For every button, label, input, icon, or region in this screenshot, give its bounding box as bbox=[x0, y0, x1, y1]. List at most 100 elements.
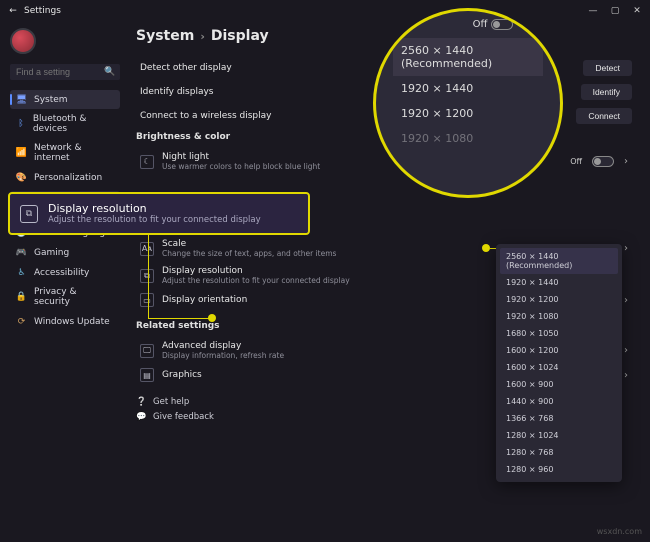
resolution-option[interactable]: 1280 × 960 bbox=[500, 461, 618, 478]
graphics-icon: ▤ bbox=[140, 368, 154, 382]
annotation-dot bbox=[482, 244, 490, 252]
sidebar-item-accessibility[interactable]: ♿ Accessibility bbox=[10, 263, 120, 282]
search-input[interactable] bbox=[16, 67, 104, 77]
sidebar-item-bluetooth[interactable]: ᛒ Bluetooth & devices bbox=[10, 110, 120, 138]
system-icon: 🖥 bbox=[16, 94, 27, 105]
sidebar-item-label: Accessibility bbox=[34, 268, 89, 278]
content-pane: ⧉ Display resolution Adjust the resoluti… bbox=[128, 22, 650, 542]
resolution-option[interactable]: 1600 × 900 bbox=[500, 376, 618, 393]
resolution-option[interactable]: 1280 × 768 bbox=[500, 444, 618, 461]
network-icon: 📶 bbox=[16, 148, 27, 159]
row-label: Scale bbox=[162, 239, 336, 249]
sidebar-item-label: Personalization bbox=[34, 173, 102, 183]
breadcrumb-root[interactable]: System bbox=[136, 28, 194, 44]
row-label: Connect to a wireless display bbox=[140, 111, 271, 121]
toggle-icon bbox=[491, 19, 513, 30]
lens-options: 2560 × 1440 (Recommended) 1920 × 1440 19… bbox=[393, 38, 543, 151]
sidebar-item-system[interactable]: 🖥 System bbox=[10, 90, 120, 109]
breadcrumb-page: Display bbox=[211, 28, 269, 44]
sidebar-item-personalization[interactable]: 🎨 Personalization bbox=[10, 168, 120, 187]
watermark: wsxdn.com bbox=[597, 527, 642, 536]
scale-icon: Aᴀ bbox=[140, 242, 154, 256]
lens-option[interactable]: 1920 × 1200 bbox=[393, 101, 543, 126]
update-icon: ⟳ bbox=[16, 316, 27, 327]
display-resolution-callout: ⧉ Display resolution Adjust the resoluti… bbox=[8, 192, 310, 235]
sidebar-item-label: Windows Update bbox=[34, 317, 110, 327]
resolution-option[interactable]: 1600 × 1024 bbox=[500, 359, 618, 376]
resolution-icon: ⧉ bbox=[20, 205, 38, 223]
night-light-toggle[interactable] bbox=[592, 156, 614, 167]
sidebar-item-network[interactable]: 📶 Network & internet bbox=[10, 139, 120, 167]
search-box[interactable]: 🔍 bbox=[10, 64, 120, 80]
bluetooth-icon: ᛒ bbox=[16, 119, 26, 130]
resolution-option[interactable]: 1680 × 1050 bbox=[500, 325, 618, 342]
close-button[interactable]: ✕ bbox=[632, 6, 642, 16]
row-label: Display resolution bbox=[162, 266, 350, 276]
resolution-option[interactable]: 2560 × 1440 (Recommended) bbox=[500, 248, 618, 274]
callout-desc: Adjust the resolution to fit your connec… bbox=[48, 215, 261, 225]
maximize-button[interactable]: ▢ bbox=[610, 6, 620, 16]
orientation-icon: ▭ bbox=[140, 293, 154, 307]
identify-button[interactable]: Identify bbox=[581, 84, 632, 100]
row-desc: Adjust the resolution to fit your connec… bbox=[162, 276, 350, 285]
sidebar-item-privacy[interactable]: 🔒 Privacy & security bbox=[10, 283, 120, 311]
row-label: Advanced display bbox=[162, 341, 284, 351]
feedback-icon: 💬 bbox=[136, 411, 147, 422]
annotation-dot bbox=[208, 314, 216, 322]
sidebar-item-gaming[interactable]: 🎮 Gaming bbox=[10, 243, 120, 262]
sidebar-item-label: Bluetooth & devices bbox=[33, 114, 114, 134]
link-label: Give feedback bbox=[153, 412, 214, 422]
night-light-icon: ☾ bbox=[140, 155, 154, 169]
row-desc: Use warmer colors to help block blue lig… bbox=[162, 162, 320, 171]
lens-option[interactable]: 1920 × 1440 bbox=[393, 76, 543, 101]
row-label: Graphics bbox=[162, 370, 202, 380]
link-label: Get help bbox=[153, 397, 189, 407]
resolution-option[interactable]: 1440 × 900 bbox=[500, 393, 618, 410]
resolution-option[interactable]: 1920 × 1440 bbox=[500, 274, 618, 291]
lens-off-toggle: Off bbox=[473, 19, 514, 30]
advanced-display-icon: 🖵 bbox=[140, 344, 154, 358]
resolution-option[interactable]: 1600 × 1200 bbox=[500, 342, 618, 359]
personalization-icon: 🎨 bbox=[16, 172, 27, 183]
chevron-right-icon[interactable]: › bbox=[620, 156, 632, 167]
annotation-line bbox=[148, 228, 149, 318]
resolution-option[interactable]: 1920 × 1200 bbox=[500, 291, 618, 308]
resolution-icon: ⧉ bbox=[140, 269, 154, 283]
lens-option[interactable]: 1920 × 1080 bbox=[393, 126, 543, 151]
sidebar: 🔍 🖥 System ᛒ Bluetooth & devices 📶 Network … bbox=[0, 22, 128, 542]
window-title: Settings bbox=[24, 6, 61, 16]
toggle-label: Off bbox=[570, 157, 582, 166]
resolution-option[interactable]: 1280 × 1024 bbox=[500, 427, 618, 444]
annotation-line bbox=[148, 318, 212, 319]
row-label: Display orientation bbox=[162, 295, 247, 305]
row-desc: Display information, refresh rate bbox=[162, 351, 284, 360]
breadcrumb: System › Display bbox=[136, 28, 636, 44]
sidebar-item-update[interactable]: ⟳ Windows Update bbox=[10, 312, 120, 331]
search-icon: 🔍 bbox=[104, 67, 115, 77]
accessibility-icon: ♿ bbox=[16, 267, 27, 278]
detect-button[interactable]: Detect bbox=[583, 60, 632, 76]
minimize-button[interactable]: — bbox=[588, 6, 598, 16]
sidebar-item-label: Network & internet bbox=[34, 143, 114, 163]
privacy-icon: 🔒 bbox=[16, 292, 27, 303]
resolution-dropdown[interactable]: 2560 × 1440 (Recommended) 1920 × 1440 19… bbox=[496, 244, 622, 482]
row-label: Detect other display bbox=[140, 63, 232, 73]
gaming-icon: 🎮 bbox=[16, 247, 27, 258]
row-desc: Change the size of text, apps, and other… bbox=[162, 249, 336, 258]
resolution-option[interactable]: 1920 × 1080 bbox=[500, 308, 618, 325]
lens-option[interactable]: 2560 × 1440 (Recommended) bbox=[393, 38, 543, 76]
connect-button[interactable]: Connect bbox=[576, 108, 632, 124]
sidebar-item-label: Gaming bbox=[34, 248, 69, 258]
title-bar: ← Settings — ▢ ✕ bbox=[0, 0, 650, 22]
sidebar-item-label: Privacy & security bbox=[34, 287, 114, 307]
chevron-right-icon: › bbox=[200, 30, 205, 43]
avatar[interactable] bbox=[10, 28, 36, 54]
row-label: Night light bbox=[162, 152, 320, 162]
help-icon: ❔ bbox=[136, 396, 147, 407]
row-label: Identify displays bbox=[140, 87, 213, 97]
back-icon[interactable]: ← bbox=[8, 6, 18, 16]
zoom-lens: Off 2560 × 1440 (Recommended) 1920 × 144… bbox=[373, 8, 563, 198]
sidebar-item-label: System bbox=[34, 95, 68, 105]
resolution-option[interactable]: 1366 × 768 bbox=[500, 410, 618, 427]
callout-title: Display resolution bbox=[48, 202, 261, 215]
